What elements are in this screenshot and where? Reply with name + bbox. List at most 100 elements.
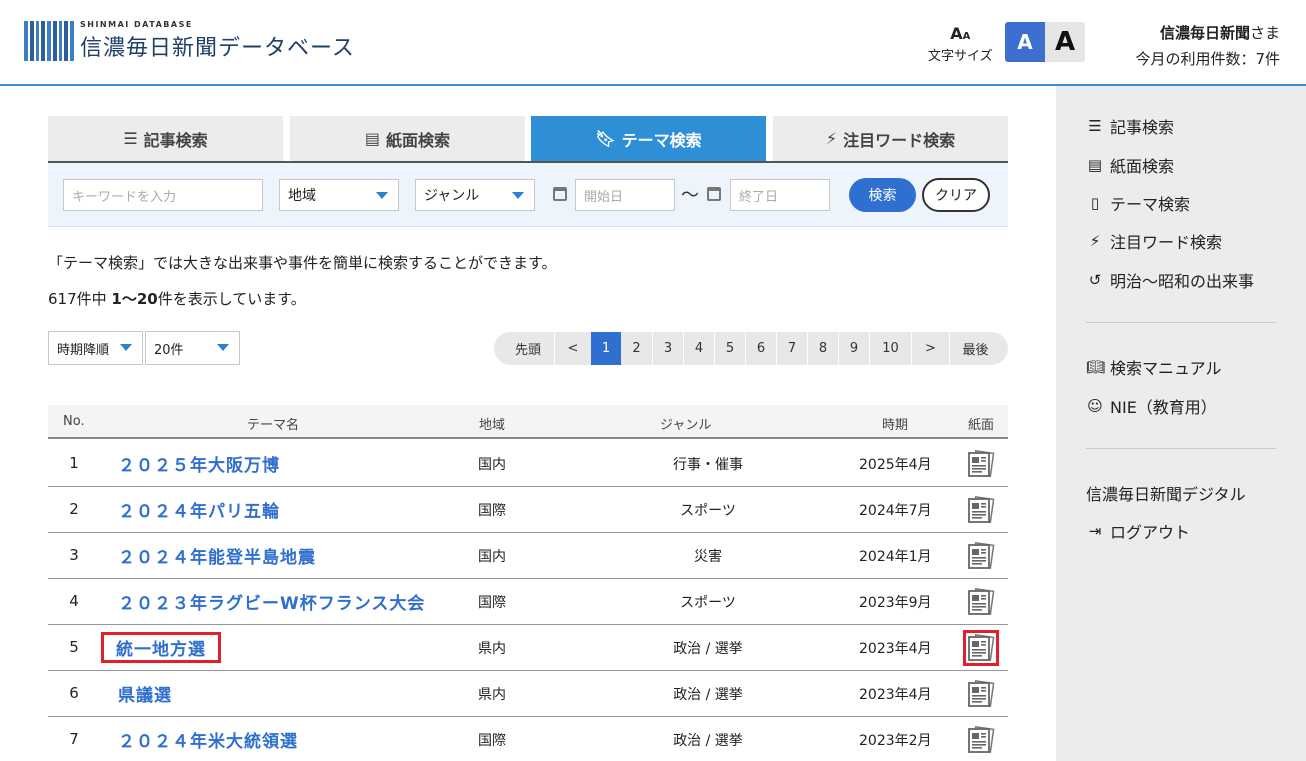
table-row: 4 ２０２３年ラグビーW杯フランス大会 国際 スポーツ 2023年9月 xyxy=(48,579,1008,625)
row-period: 2023年4月 xyxy=(859,641,932,657)
column-paper: 紙面 xyxy=(968,418,995,433)
column-region: 地域 xyxy=(479,418,506,433)
newspaper-icon: ▤ xyxy=(1087,156,1103,174)
sidebar-item-shinmai-digital[interactable]: 信濃毎日新聞デジタル xyxy=(1086,481,1246,505)
pager-page-7[interactable]: 7 xyxy=(776,332,807,365)
font-size-control: AA 文字サイズ xyxy=(928,24,993,65)
theme-name-link[interactable]: 県議選 xyxy=(106,681,184,706)
tab-theme-search[interactable]: 🔖︎ テーマ検索 xyxy=(531,116,766,161)
sidebar-item-page-search[interactable]: ▤ 紙面検索 xyxy=(1086,153,1174,177)
row-genre: 政治 / 選挙 xyxy=(673,733,743,749)
date-range-tilde: 〜 xyxy=(681,185,699,206)
sidebar-item-label: 検索マニュアル xyxy=(1110,359,1222,378)
row-number: 2 xyxy=(69,500,79,518)
newspaper-page-icon[interactable] xyxy=(966,495,996,525)
newspaper-page-icon[interactable] xyxy=(966,725,996,755)
sidebar-item-label: 紙面検索 xyxy=(1110,157,1175,176)
tab-label: テーマ検索 xyxy=(621,130,702,150)
pager-page-2[interactable]: 2 xyxy=(621,332,652,365)
search-button[interactable]: 検索 xyxy=(849,178,916,212)
page-description: 「テーマ検索」では大きな出来事や事件を簡単に検索することができます。 xyxy=(48,254,557,272)
sidebar-item-trend-word-search[interactable]: ⚡︎ 注目ワード検索 xyxy=(1086,229,1222,253)
pager-page-8[interactable]: 8 xyxy=(807,332,838,365)
header: SHINMAI DATABASE 信濃毎日新聞データベース AA 文字サイズ A… xyxy=(0,0,1306,86)
sidebar-item-logout[interactable]: ⇥ ログアウト xyxy=(1086,519,1190,543)
result-total: 617件中 xyxy=(48,290,112,308)
logout-icon: ⇥ xyxy=(1088,522,1102,540)
theme-name-link[interactable]: ２０２５年大阪万博 xyxy=(106,451,292,476)
calendar-icon xyxy=(553,187,567,201)
user-info: 信濃毎日新聞さま 今月の利用件数：7件 xyxy=(1135,20,1280,72)
row-number: 3 xyxy=(69,546,79,564)
keyword-input[interactable]: キーワードを入力 xyxy=(63,179,263,211)
row-genre: 災害 xyxy=(694,549,722,565)
row-genre: スポーツ xyxy=(680,595,736,611)
pager-page-6[interactable]: 6 xyxy=(745,332,776,365)
logo-subtitle: SHINMAI DATABASE xyxy=(80,20,193,29)
pager-first[interactable]: 先頭 xyxy=(502,332,554,365)
newspaper-page-icon[interactable] xyxy=(966,587,996,617)
tab-page-search[interactable]: ▤ 紙面検索 xyxy=(290,116,525,161)
pager-page-1[interactable]: 1 xyxy=(591,332,621,365)
tab-article-search[interactable]: ☰ 記事検索 xyxy=(48,116,283,161)
sidebar-item-theme-search[interactable]: ▯ テーマ検索 xyxy=(1086,191,1190,215)
end-date-input[interactable]: 終了日 xyxy=(730,179,830,211)
theme-name-link[interactable]: ２０２４年米大統領選 xyxy=(106,727,310,752)
newspaper-page-icon[interactable] xyxy=(966,679,996,709)
pager-last[interactable]: 最後 xyxy=(949,332,1001,365)
pagination: 先頭 < 1 2 3 4 5 6 7 8 9 10 > 最後 xyxy=(494,332,1008,365)
table-row: 2 ２０２４年パリ五輪 国際 スポーツ 2024年7月 xyxy=(48,487,1008,533)
table-row: 6 県議選 県内 政治 / 選挙 2023年4月 xyxy=(48,671,1008,717)
pager-page-3[interactable]: 3 xyxy=(652,332,683,365)
tab-label: 紙面検索 xyxy=(386,130,451,150)
theme-name-link[interactable]: 統一地方選 xyxy=(101,632,221,663)
sidebar-item-search-manual[interactable]: 📖︎ 検索マニュアル xyxy=(1086,355,1222,379)
pager-page-4[interactable]: 4 xyxy=(683,332,714,365)
sidebar-item-nie[interactable]: ☺ NIE（教育用） xyxy=(1086,394,1217,418)
logo-mark xyxy=(24,21,75,61)
chevron-down-icon xyxy=(217,344,229,351)
pager-page-10[interactable]: 10 xyxy=(869,332,911,365)
lightning-icon: ⚡︎ xyxy=(825,129,838,148)
region-select[interactable]: 地域 xyxy=(279,179,399,211)
theme-name-link[interactable]: ２０２３年ラグビーW杯フランス大会 xyxy=(106,589,437,614)
row-region: 国際 xyxy=(478,595,506,611)
theme-name-link[interactable]: ２０２４年パリ五輪 xyxy=(106,497,292,522)
sidebar-item-label: ログアウト xyxy=(1110,523,1191,542)
user-suffix: さま xyxy=(1249,24,1280,42)
theme-name-link[interactable]: ２０２４年能登半島地震 xyxy=(106,543,328,568)
row-genre: 政治 / 選挙 xyxy=(673,641,743,657)
per-page-select[interactable]: 20件 xyxy=(145,331,240,365)
chevron-down-icon xyxy=(512,192,524,199)
start-date-input[interactable]: 開始日 xyxy=(575,179,675,211)
tab-label: 記事検索 xyxy=(143,130,208,150)
row-region: 国内 xyxy=(478,457,506,473)
font-size-icon: AA xyxy=(950,24,971,43)
row-period: 2024年1月 xyxy=(859,549,932,565)
pager-prev[interactable]: < xyxy=(554,332,591,365)
genre-select-value: ジャンル xyxy=(424,188,480,204)
user-name: 信濃毎日新聞 xyxy=(1159,24,1250,42)
pager-page-9[interactable]: 9 xyxy=(838,332,869,365)
font-size-label: 文字サイズ xyxy=(928,49,993,64)
genre-select[interactable]: ジャンル xyxy=(415,179,535,211)
newspaper-page-icon[interactable] xyxy=(963,630,999,666)
sort-order-select[interactable]: 時期降順 xyxy=(48,331,143,365)
row-period: 2024年7月 xyxy=(859,503,932,519)
pager-next[interactable]: > xyxy=(911,332,949,365)
tab-trend-word-search[interactable]: ⚡︎ 注目ワード検索 xyxy=(773,116,1008,161)
clear-button[interactable]: クリア xyxy=(922,178,990,212)
pager-page-5[interactable]: 5 xyxy=(714,332,745,365)
bookmark-icon: 🔖︎ xyxy=(595,129,616,148)
sidebar-item-label: NIE（教育用） xyxy=(1110,398,1217,417)
sidebar-divider xyxy=(1086,448,1276,449)
font-size-large-button[interactable]: A xyxy=(1045,22,1085,62)
sidebar-item-article-search[interactable]: ☰ 記事検索 xyxy=(1086,114,1174,138)
font-size-small-button[interactable]: A xyxy=(1005,22,1045,62)
sidebar: ☰ 記事検索 ▤ 紙面検索 ▯ テーマ検索 ⚡︎ 注目ワード検索 ↺ 明治〜昭和の出来事 … xyxy=(1056,86,1306,761)
tab-label: 注目ワード検索 xyxy=(843,130,956,150)
sidebar-item-meiji-showa-events[interactable]: ↺ 明治〜昭和の出来事 xyxy=(1086,268,1254,292)
site-logo[interactable]: SHINMAI DATABASE 信濃毎日新聞データベース xyxy=(24,20,355,62)
newspaper-page-icon[interactable] xyxy=(966,449,996,479)
newspaper-page-icon[interactable] xyxy=(966,541,996,571)
